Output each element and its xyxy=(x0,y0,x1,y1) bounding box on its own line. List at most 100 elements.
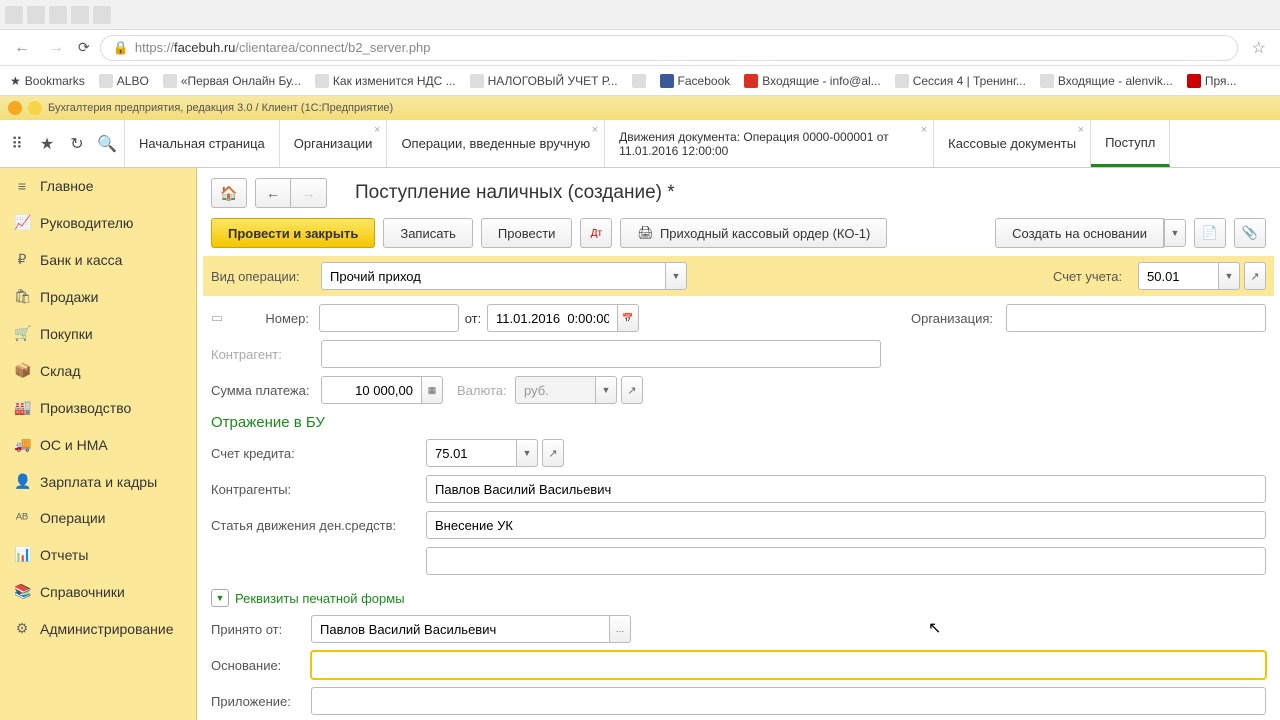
attach-button[interactable]: 📄 xyxy=(1194,218,1226,248)
sidebar-item-main[interactable]: ≡Главное xyxy=(0,168,196,204)
print-section-toggle[interactable]: ▼ Реквизиты печатной формы xyxy=(211,589,1266,607)
attachment-input[interactable] xyxy=(311,687,1266,715)
received-input[interactable] xyxy=(311,615,609,643)
bookmark-item[interactable]: Как изменится НДС ... xyxy=(315,74,456,88)
home-button[interactable]: 🏠 xyxy=(211,178,247,208)
contragents-input[interactable] xyxy=(426,475,1266,503)
chevron-down-icon[interactable]: ▼ xyxy=(665,262,687,290)
basis-label: Основание: xyxy=(211,658,311,673)
tab-organizations[interactable]: Организации× xyxy=(280,120,388,167)
chevron-down-icon[interactable]: ▼ xyxy=(1164,219,1186,247)
credit-input[interactable] xyxy=(426,439,516,467)
post-and-close-button[interactable]: Провести и закрыть xyxy=(211,218,375,248)
sidebar-item-admin[interactable]: ⚙Администрирование xyxy=(0,610,196,647)
close-icon[interactable]: × xyxy=(921,124,927,136)
search-icon[interactable]: 🔍 xyxy=(98,135,116,153)
org-input[interactable] xyxy=(1006,304,1266,332)
tab-incoming-cash[interactable]: Поступл xyxy=(1091,120,1170,167)
dt-kt-button[interactable]: Дт xyxy=(580,218,612,248)
op-type-input[interactable] xyxy=(321,262,665,290)
person-icon: 👤 xyxy=(14,473,30,490)
history-icon[interactable]: ↻ xyxy=(68,135,86,153)
bookmark-item[interactable]: Пря... xyxy=(1187,74,1237,88)
close-icon[interactable]: × xyxy=(592,124,598,136)
bookmark-label: Сессия 4 | Тренинг... xyxy=(913,74,1026,88)
ellipsis-icon[interactable]: … xyxy=(609,615,631,643)
post-button[interactable]: Провести xyxy=(481,218,573,248)
sidebar-item-label: Главное xyxy=(40,178,94,194)
bookmark-item[interactable]: ALBO xyxy=(99,74,149,88)
bookmark-favicon xyxy=(315,74,329,88)
bookmark-item[interactable]: «Первая Онлайн Бу... xyxy=(163,74,301,88)
credit-select[interactable]: ▼ xyxy=(426,439,538,467)
printer-icon: 🖨 xyxy=(637,225,654,241)
clip-button[interactable]: 📎 xyxy=(1234,218,1266,248)
save-button[interactable]: Записать xyxy=(383,218,473,248)
sidebar-item-sales[interactable]: 🛍Продажи xyxy=(0,278,196,315)
basis-input[interactable] xyxy=(311,651,1266,679)
print-section-label: Реквизиты печатной формы xyxy=(235,591,405,606)
address-bar[interactable]: 🔒 https://facebuh.ru/clientarea/connect/… xyxy=(100,35,1238,61)
back-button[interactable]: ← xyxy=(10,35,34,61)
extra-input[interactable] xyxy=(426,547,1266,575)
chevron-down-icon[interactable]: ▼ xyxy=(1218,262,1240,290)
bookmark-favicon xyxy=(660,74,674,88)
sidebar-item-manager[interactable]: 📈Руководителю xyxy=(0,204,196,241)
open-button[interactable]: ↗ xyxy=(1244,262,1266,290)
close-icon[interactable]: × xyxy=(374,124,380,136)
sidebar: ≡Главное 📈Руководителю ₽Банк и касса 🛍Пр… xyxy=(0,168,197,720)
calculator-icon[interactable]: ▦ xyxy=(421,376,443,404)
sidebar-item-warehouse[interactable]: 📦Склад xyxy=(0,352,196,389)
sidebar-item-production[interactable]: 🏭Производство xyxy=(0,389,196,426)
date-select[interactable]: 📅 xyxy=(487,304,639,332)
account-input[interactable] xyxy=(1138,262,1218,290)
sidebar-item-refs[interactable]: 📚Справочники xyxy=(0,573,196,610)
dds-input[interactable] xyxy=(426,511,1266,539)
account-select[interactable]: ▼ xyxy=(1138,262,1240,290)
bookmark-item[interactable]: Сессия 4 | Тренинг... xyxy=(895,74,1026,88)
open-button[interactable]: ↗ xyxy=(542,439,564,467)
amount-input[interactable] xyxy=(321,376,421,404)
url-path: /clientarea/connect/b2_server.php xyxy=(235,40,430,55)
bookmark-item[interactable]: Входящие - alenvik... xyxy=(1040,74,1173,88)
nav-forward-button[interactable]: → xyxy=(291,178,327,208)
star-icon[interactable]: ☆ xyxy=(1248,34,1270,62)
number-input[interactable] xyxy=(319,304,459,332)
nav-back-button[interactable]: ← xyxy=(255,178,291,208)
sidebar-item-bank[interactable]: ₽Банк и касса xyxy=(0,241,196,278)
bookmarks-button[interactable]: ★Bookmarks xyxy=(10,74,85,88)
favorite-icon[interactable]: ★ xyxy=(38,135,56,153)
forward-button[interactable]: → xyxy=(44,35,68,61)
open-button[interactable]: ↗ xyxy=(621,376,643,404)
received-select[interactable]: … xyxy=(311,615,631,643)
currency-select[interactable]: ▼ xyxy=(515,376,617,404)
apps-icon[interactable]: ⠿ xyxy=(8,135,26,153)
chevron-down-icon[interactable]: ▼ xyxy=(516,439,538,467)
amount-field[interactable]: ▦ xyxy=(321,376,443,404)
close-icon[interactable]: × xyxy=(1078,124,1084,136)
bookmark-item[interactable]: Входящие - info@al... xyxy=(744,74,880,88)
print-order-button[interactable]: 🖨Приходный кассовый ордер (КО-1) xyxy=(620,218,887,248)
lock-icon: 🔒 xyxy=(113,40,129,56)
sidebar-item-assets[interactable]: 🚚ОС и НМА xyxy=(0,426,196,463)
sidebar-item-salary[interactable]: 👤Зарплата и кадры xyxy=(0,463,196,500)
bookmark-item[interactable] xyxy=(632,74,646,88)
bookmark-item[interactable]: Facebook xyxy=(660,74,731,88)
sidebar-item-purchases[interactable]: 🛒Покупки xyxy=(0,315,196,352)
contragent-input[interactable] xyxy=(321,340,881,368)
reload-button[interactable]: ⟳ xyxy=(78,39,90,56)
chevron-down-icon[interactable]: ▼ xyxy=(595,376,617,404)
sidebar-item-operations[interactable]: ᴬᴮОперации xyxy=(0,500,196,536)
create-based-select[interactable]: Создать на основании ▼ xyxy=(995,218,1186,248)
tab-doc-movements[interactable]: Движения документа: Операция 0000-000001… xyxy=(605,120,934,167)
bookmark-item[interactable]: НАЛОГОВЫЙ УЧЕТ Р... xyxy=(470,74,618,88)
chevron-down-icon[interactable]: ▼ xyxy=(211,589,229,607)
date-input[interactable] xyxy=(487,304,617,332)
bookmark-label: ALBO xyxy=(117,74,149,88)
tab-manual-ops[interactable]: Операции, введенные вручную× xyxy=(387,120,605,167)
tab-home[interactable]: Начальная страница xyxy=(125,120,280,167)
tab-cash-docs[interactable]: Кассовые документы× xyxy=(934,120,1091,167)
op-type-select[interactable]: ▼ xyxy=(321,262,687,290)
sidebar-item-reports[interactable]: 📊Отчеты xyxy=(0,536,196,573)
calendar-icon[interactable]: 📅 xyxy=(617,304,639,332)
